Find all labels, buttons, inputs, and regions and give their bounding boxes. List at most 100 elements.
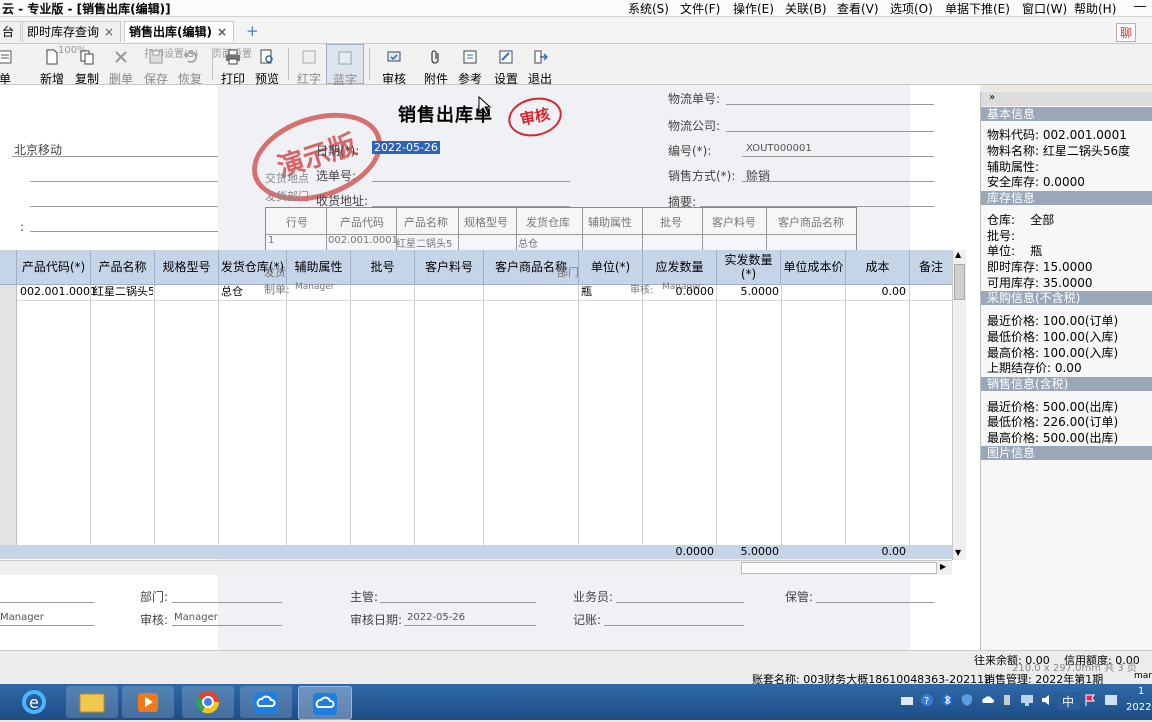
col-header-product-name[interactable]: 产品名称 [91,250,155,284]
menu-options[interactable]: 选项(O) [890,0,933,17]
logistics-no-field[interactable] [726,104,934,105]
scroll-down-icon[interactable]: ▼ [955,548,961,557]
cloud-tray-icon[interactable] [980,693,994,707]
usb-icon[interactable] [1000,693,1014,707]
cloud-app-icon[interactable] [240,686,292,718]
tab-sales-outbound[interactable]: 销售出库(编辑) × [124,21,235,42]
close-icon[interactable]: × [104,25,114,39]
cell-unit[interactable]: 瓶 [581,284,592,300]
select-order-field[interactable] [372,181,570,182]
media-player-icon[interactable] [122,686,174,718]
col-header-cost[interactable]: 成本 [846,250,910,284]
tb-blue-invoice[interactable]: 蓝字 [326,44,364,87]
tab-desk[interactable]: 台 [0,21,22,42]
volume-icon[interactable] [1040,693,1054,707]
section-stock-info[interactable]: 库存信息 [981,191,1152,205]
add-tab-icon[interactable]: + [246,22,259,40]
scroll-right-icon[interactable]: ▶ [940,562,946,571]
salesman-field[interactable] [616,602,744,603]
menu-link[interactable]: 关联(B) [785,0,827,17]
tb-settings[interactable]: 设置 [487,44,525,86]
col-header-spec[interactable]: 规格型号 [155,250,219,284]
section-basic-info[interactable]: 基本信息 [981,107,1152,121]
tb-save[interactable]: 保存 [137,44,175,86]
tb-bill[interactable]: 单 [0,44,24,86]
close-icon[interactable]: × [217,25,227,39]
col-header-remark[interactable]: 备注 [910,250,952,284]
action-center-icon[interactable] [1104,693,1118,707]
ghost-delivery-dept: 发货部门 [265,190,309,203]
bluetooth-icon[interactable] [940,693,954,707]
scroll-thumb[interactable] [741,562,937,574]
menu-file[interactable]: 文件(F) [680,0,720,17]
collapse-icon[interactable]: » [989,92,995,103]
row-header-corner [0,250,17,284]
tb-preview[interactable]: 预览 [248,44,286,86]
number-field[interactable]: XOUT000001 [746,143,812,154]
keyboard-icon[interactable] [900,694,914,708]
cell-product-name[interactable]: 红星二锅头5 [93,284,153,300]
tb-delete[interactable]: 删单 [102,44,140,86]
cloud-app-active-icon[interactable] [298,686,352,720]
keeper-field[interactable] [816,602,934,603]
flag-icon[interactable] [1084,693,1098,707]
help-icon[interactable]: ? [920,693,934,707]
date-field[interactable]: 2022-05-26 [372,141,440,154]
info-row: 安全库存: 0.0000 [987,175,1085,189]
menu-operate[interactable]: 操作(E) [733,0,774,17]
cell-warehouse[interactable]: 总仓 [221,284,243,300]
col-header-aux-attr[interactable]: 辅助属性 [287,250,351,284]
tb-red-invoice[interactable]: 红字 [290,44,328,86]
col-header-unit[interactable]: 单位(*) [579,250,643,284]
chrome-icon[interactable] [182,686,234,718]
preview-cell: 1 [268,235,275,246]
supervisor-field[interactable] [380,602,536,603]
preview-col-header: 产品代码 [340,216,384,229]
vertical-scrollbar[interactable]: ▲ ▼ [952,250,966,560]
tb-copy[interactable]: 复制 [68,44,106,86]
blue-invoice-icon [338,51,352,65]
menu-push-down[interactable]: 单据下推(E) [945,0,1010,17]
explorer-icon[interactable] [66,686,118,718]
section-sales-info[interactable]: 销售信息(含税) [981,377,1152,391]
tb-new[interactable]: 新增 [33,44,71,86]
cell-product-code[interactable]: 002.001.0001 [20,284,97,300]
section-purchase-info[interactable]: 采购信息(不含税) [981,291,1152,305]
logistics-company-field[interactable] [726,131,934,132]
horizontal-scrollbar[interactable]: ▶ [0,560,952,575]
col-header-unit-cost[interactable]: 单位成本价 [782,250,846,284]
section-image-info[interactable]: 图片信息 [981,446,1152,460]
tb-reference[interactable]: 参考 [451,44,489,86]
tab-inventory-query[interactable]: 即时库存查询 × [22,21,122,42]
col-header-due-qty[interactable]: 应发数量 [643,250,717,284]
clock-time[interactable]: 1 [1138,686,1144,697]
tb-print[interactable]: 打印 [214,44,252,86]
clock-date[interactable]: 2022 [1126,702,1151,713]
chat-button[interactable]: 聊 [1116,23,1137,42]
security-icon[interactable] [960,693,974,707]
tb-attachment[interactable]: 附件 [417,44,455,86]
menu-window[interactable]: 窗口(W) [1022,0,1067,17]
scroll-up-icon[interactable]: ▲ [955,250,961,259]
menu-system[interactable]: 系统(S) [628,0,669,17]
cell-cost[interactable]: 0.00 [846,284,907,300]
ie-icon[interactable]: e [8,686,60,718]
col-header-batch[interactable]: 批号 [351,250,415,284]
preview-col-header: 辅助属性 [588,216,632,229]
tb-restore[interactable]: 恢复 [171,44,209,86]
scroll-thumb[interactable] [954,264,965,300]
table-row[interactable]: 002.001.0001 红星二锅头5 总仓 瓶 0.0000 5.0000 0… [0,284,952,300]
ime-icon[interactable]: 中 [1058,692,1080,710]
panel-collapse-bar[interactable]: » [981,92,1152,106]
dept-field[interactable] [172,602,282,603]
col-header-customer-item[interactable]: 客户料号 [415,250,484,284]
tb-exit[interactable]: 退出 [521,44,559,86]
col-header-product-code[interactable]: 产品代码(*) [17,250,91,284]
tb-audit[interactable]: 审核 [375,44,413,86]
col-header-actual-qty[interactable]: 实发数量(*) [717,250,781,284]
minimize-icon[interactable]: — [1126,0,1152,15]
cell-actual-qty[interactable]: 5.0000 [717,284,780,300]
menu-view[interactable]: 查看(V) [837,0,879,17]
menu-help[interactable]: 帮助(H) [1074,0,1116,17]
network-icon[interactable] [1020,693,1034,707]
